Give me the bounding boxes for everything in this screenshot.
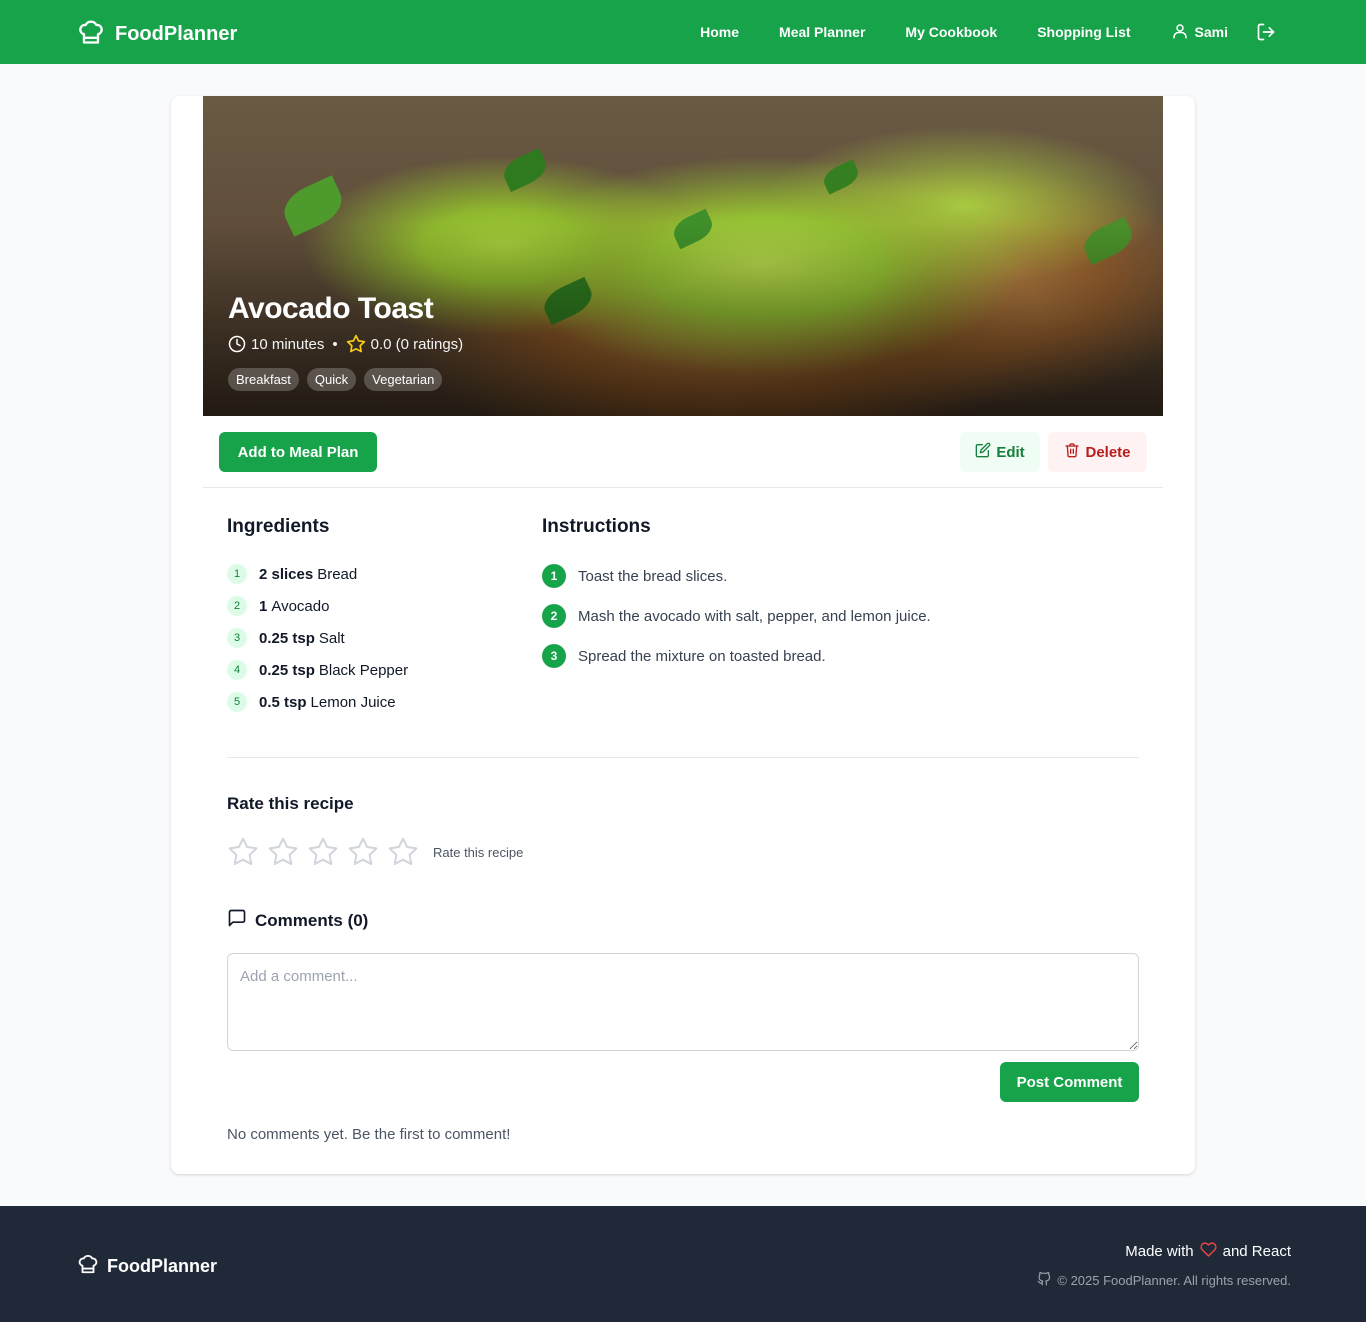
rating-star-5-icon[interactable]	[387, 836, 419, 868]
step-text: Toast the bread slices.	[578, 567, 728, 585]
comments-title: Comments (0)	[255, 910, 369, 930]
ingredient-quantity: 1	[259, 597, 268, 615]
ingredient-quantity: 2 slices	[259, 565, 314, 583]
delete-button[interactable]: Delete	[1048, 432, 1147, 472]
recipe-card: Avocado Toast 10 minutes • 0.0 (0 rating…	[171, 96, 1195, 1174]
recipe-meta: 10 minutes • 0.0 (0 ratings)	[228, 334, 463, 354]
meta-separator: •	[332, 335, 338, 353]
list-item: 1 Toast the bread slices.	[542, 556, 1142, 596]
rating-star-3-icon[interactable]	[307, 836, 339, 868]
post-comment-button[interactable]: Post Comment	[1000, 1062, 1139, 1102]
clock-icon	[228, 335, 246, 353]
ingredient-number: 2	[227, 596, 247, 616]
chef-hat-icon	[77, 1253, 99, 1280]
edit-button[interactable]: Edit	[960, 432, 1040, 472]
ingredient-number: 5	[227, 692, 247, 712]
section-divider	[227, 757, 1139, 758]
step-text: Spread the mixture on toasted bread.	[578, 647, 826, 665]
made-with-suffix: and React	[1222, 1243, 1291, 1260]
tag-quick[interactable]: Quick	[306, 368, 357, 391]
recipe-time: 10 minutes	[251, 335, 325, 353]
add-to-meal-plan-button[interactable]: Add to Meal Plan	[219, 432, 377, 472]
instructions-title: Instructions	[542, 516, 651, 537]
list-item: 2 Mash the avocado with salt, pepper, an…	[542, 596, 1142, 636]
empty-comments-text: No comments yet. Be the first to comment…	[227, 1126, 511, 1143]
edit-label: Edit	[996, 443, 1025, 461]
ingredient-quantity: 0.25 tsp	[259, 661, 315, 679]
list-item: 4 0.25 tsp Black Pepper	[227, 654, 507, 686]
ingredient-name: Salt	[318, 629, 345, 647]
comments-header: Comments (0)	[227, 908, 1139, 933]
list-item: 3 0.25 tsp Salt	[227, 622, 507, 654]
hero-overlay: Avocado Toast 10 minutes • 0.0 (0 rating…	[228, 292, 463, 391]
ingredient-name: Lemon Juice	[310, 693, 396, 711]
ingredient-name: Bread	[317, 565, 358, 583]
footer-brand-name: FoodPlanner	[107, 1256, 218, 1276]
step-number: 1	[542, 564, 566, 588]
copyright-text: © 2025 FoodPlanner. All rights reserved.	[1057, 1273, 1291, 1288]
user-icon	[1171, 22, 1189, 43]
step-number: 2	[542, 604, 566, 628]
ingredient-quantity: 0.5 tsp	[259, 693, 307, 711]
nav-home[interactable]: Home	[700, 24, 739, 40]
top-navbar: FoodPlanner Home Meal Planner My Cookboo…	[0, 0, 1366, 64]
ingredients-title: Ingredients	[227, 516, 330, 537]
list-item: 3 Spread the mixture on toasted bread.	[542, 636, 1142, 676]
nav-meal-planner[interactable]: Meal Planner	[779, 24, 865, 40]
rating-star-1-icon[interactable]	[227, 836, 259, 868]
ingredient-number: 3	[227, 628, 247, 648]
instructions-list: 1 Toast the bread slices. 2 Mash the avo…	[542, 556, 1142, 676]
recipe-tags: Breakfast Quick Vegetarian	[228, 368, 463, 391]
user-name: Sami	[1194, 24, 1228, 40]
chef-hat-icon	[77, 18, 105, 51]
rating-star-4-icon[interactable]	[347, 836, 379, 868]
ingredients-section: Ingredients 1 2 slices Bread 2 1 Avocado…	[227, 516, 507, 718]
footer: FoodPlanner Made with and React © 2025 F…	[0, 1206, 1366, 1322]
star-rating-input: Rate this recipe	[227, 836, 523, 868]
ingredient-name: Avocado	[271, 597, 330, 615]
list-item: 2 1 Avocado	[227, 590, 507, 622]
star-icon	[346, 334, 366, 354]
step-text: Mash the avocado with salt, pepper, and …	[578, 607, 931, 625]
tag-breakfast[interactable]: Breakfast	[228, 368, 299, 391]
main-nav: Home Meal Planner My Cookbook Shopping L…	[700, 0, 1276, 64]
step-number: 3	[542, 644, 566, 668]
recipe-title: Avocado Toast	[228, 292, 434, 325]
delete-label: Delete	[1085, 443, 1131, 461]
github-icon[interactable]	[1037, 1271, 1051, 1289]
ingredient-name: Black Pepper	[318, 661, 409, 679]
rate-hint: Rate this recipe	[433, 844, 524, 860]
list-item: 1 2 slices Bread	[227, 558, 507, 590]
ingredient-number: 4	[227, 660, 247, 680]
nav-my-cookbook[interactable]: My Cookbook	[905, 24, 997, 40]
instructions-section: Instructions 1 Toast the bread slices. 2…	[542, 516, 1142, 676]
footer-brand: FoodPlanner	[77, 1253, 217, 1280]
recipe-hero-image: Avocado Toast 10 minutes • 0.0 (0 rating…	[203, 96, 1163, 416]
user-menu[interactable]: Sami	[1171, 22, 1228, 43]
heart-icon	[1200, 1241, 1217, 1262]
rate-title: Rate this recipe	[227, 794, 354, 813]
ingredient-quantity: 0.25 tsp	[259, 629, 315, 647]
trash-icon	[1064, 442, 1080, 462]
ingredient-number: 1	[227, 564, 247, 584]
recipe-rating: 0.0 (0 ratings)	[370, 335, 464, 353]
made-with-prefix: Made with	[1125, 1243, 1194, 1260]
made-with-text: Made with and React	[1125, 1241, 1291, 1262]
ingredients-list: 1 2 slices Bread 2 1 Avocado 3 0.25 tsp …	[227, 558, 507, 718]
comment-icon	[227, 908, 247, 933]
copyright: © 2025 FoodPlanner. All rights reserved.	[1037, 1271, 1291, 1289]
brand-name: FoodPlanner	[115, 23, 238, 45]
tag-vegetarian[interactable]: Vegetarian	[364, 368, 443, 391]
list-item: 5 0.5 tsp Lemon Juice	[227, 686, 507, 718]
brand-logo[interactable]: FoodPlanner	[77, 18, 237, 51]
comment-input[interactable]	[227, 953, 1139, 1051]
logout-icon[interactable]	[1256, 22, 1276, 42]
edit-icon	[975, 442, 991, 462]
comments-section: Comments (0) Post Comment No comments ye…	[227, 908, 1139, 1143]
rating-star-2-icon[interactable]	[267, 836, 299, 868]
rate-section: Rate this recipe Rate this recipe	[227, 794, 523, 868]
recipe-actions: Add to Meal Plan Edit Delete	[203, 432, 1163, 488]
nav-shopping-list[interactable]: Shopping List	[1037, 24, 1130, 40]
